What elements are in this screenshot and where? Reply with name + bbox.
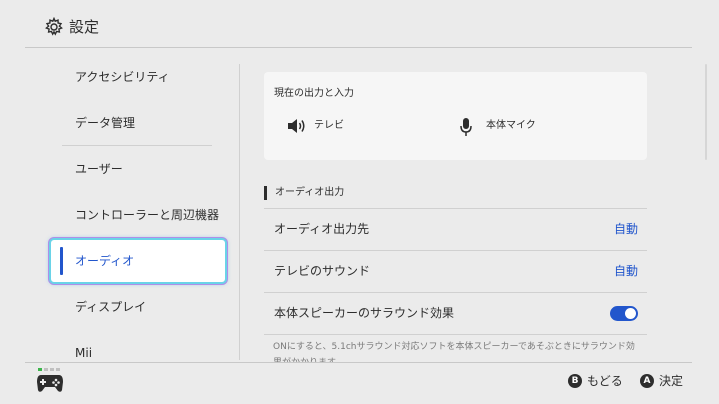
sidebar-item-audio[interactable]: オーディオ xyxy=(49,238,227,284)
selection-indicator xyxy=(60,247,63,275)
sidebar-item-users[interactable]: ユーザー xyxy=(49,146,227,192)
sidebar-divider-vertical xyxy=(239,64,240,360)
footer: B もどる A 決定 xyxy=(0,362,719,404)
sidebar-item-label: ディスプレイ xyxy=(75,300,147,314)
header: 設定 xyxy=(0,0,719,48)
row-label: オーディオ出力先 xyxy=(274,222,370,236)
scrollbar[interactable] xyxy=(705,64,707,160)
row-divider xyxy=(264,334,647,335)
sidebar-item-label: データ管理 xyxy=(75,116,136,130)
surround-toggle[interactable] xyxy=(610,306,638,321)
ok-label: 決定 xyxy=(659,374,684,388)
b-button-icon: B xyxy=(568,374,582,388)
sidebar: アクセシビリティ データ管理 ユーザー コントローラーと周辺機器 オーディオ デ… xyxy=(49,54,229,362)
row-label: テレビのサウンド xyxy=(274,264,371,278)
ok-button[interactable]: A 決定 xyxy=(640,373,683,389)
output-label: テレビ xyxy=(314,120,344,131)
row-label: 本体スピーカーのサラウンド効果 xyxy=(274,306,455,320)
input-label: 本体マイク xyxy=(486,120,536,131)
header-divider xyxy=(25,47,692,48)
surround-description: ONにすると、5.1chサラウンド対応ソフトを本体スピーカーであそぶときにサラウ… xyxy=(273,342,635,363)
speaker-icon xyxy=(288,119,305,133)
sidebar-item-data-management[interactable]: データ管理 xyxy=(49,100,227,146)
sidebar-item-label: Mii xyxy=(75,346,93,360)
row-value: 自動 xyxy=(613,222,638,236)
sidebar-item-label: ユーザー xyxy=(75,162,123,176)
current-io-panel: 現在の出力と入力 テレビ 本体マイク xyxy=(264,72,647,160)
page-title: 設定 xyxy=(69,18,100,36)
footer-divider xyxy=(25,362,692,363)
gear-icon xyxy=(45,17,63,36)
audio-output-destination-row[interactable]: オーディオ出力先 自動 xyxy=(264,208,647,250)
back-button[interactable]: B もどる xyxy=(568,373,623,389)
tv-sound-row[interactable]: テレビのサウンド 自動 xyxy=(264,250,647,292)
sidebar-item-label: オーディオ xyxy=(75,254,135,268)
sidebar-item-display[interactable]: ディスプレイ xyxy=(49,284,227,330)
sidebar-item-accessibility[interactable]: アクセシビリティ xyxy=(49,54,227,100)
back-label: もどる xyxy=(587,374,623,388)
sidebar-item-label: アクセシビリティ xyxy=(75,70,170,84)
sidebar-item-controllers[interactable]: コントローラーと周辺機器 xyxy=(49,192,227,238)
microphone-icon xyxy=(460,118,472,136)
row-value: 自動 xyxy=(613,264,638,278)
surround-effect-row[interactable]: 本体スピーカーのサラウンド効果 xyxy=(264,292,647,334)
sidebar-item-label: コントローラーと周辺機器 xyxy=(75,208,220,222)
section-heading: オーディオ出力 xyxy=(264,186,344,200)
io-panel-title: 現在の出力と入力 xyxy=(274,88,354,99)
controller-icon xyxy=(37,368,63,392)
a-button-icon: A xyxy=(640,374,654,388)
toggle-knob xyxy=(625,308,636,319)
